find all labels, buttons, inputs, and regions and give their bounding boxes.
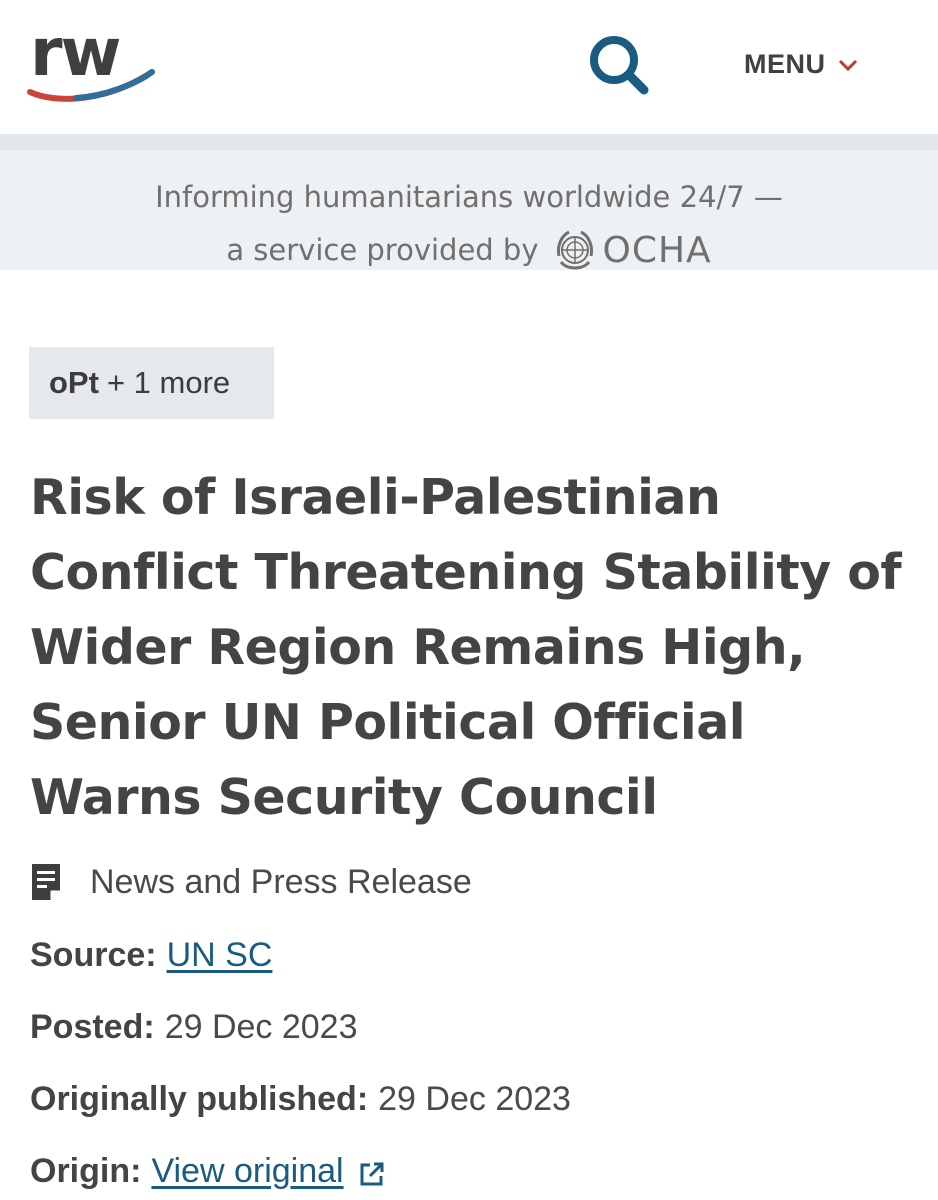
logo-swoosh-icon — [27, 69, 155, 102]
source-link[interactable]: UN SC — [167, 936, 273, 975]
menu-label: MENU — [744, 48, 826, 79]
content-type: News and Press Release — [30, 862, 472, 902]
banner-tagline: Informing humanitarians worldwide 24/7 — — [155, 180, 783, 214]
site-header: rw MENU — [0, 0, 938, 134]
search-icon — [590, 36, 649, 95]
document-icon — [32, 864, 60, 900]
published-date: 29 Dec 2023 — [378, 1080, 571, 1118]
un-emblem-icon — [556, 230, 593, 270]
banner-provider-name[interactable]: OCHA — [603, 230, 712, 271]
external-link-icon[interactable] — [358, 1160, 386, 1188]
more-countries-label: + 1 more — [106, 365, 231, 400]
source-label: Source: — [30, 936, 157, 974]
published-row: Originally published: 29 Dec 2023 — [30, 1080, 571, 1119]
country-tag-button[interactable]: oPt + 1 more — [29, 347, 274, 419]
search-button[interactable] — [584, 30, 654, 100]
page: rw MENU Informing humanitarians worldwid… — [0, 0, 938, 1200]
origin-row: Origin: View original — [30, 1152, 386, 1191]
article-title: Risk of Israeli-Palestinian Conflict Thr… — [30, 469, 902, 826]
menu-button[interactable]: MENU — [744, 44, 858, 84]
chevron-down-icon — [838, 59, 857, 72]
posted-label: Posted: — [30, 1008, 155, 1046]
service-banner: Informing humanitarians worldwide 24/7 —… — [0, 134, 938, 271]
posted-date: 29 Dec 2023 — [164, 1008, 358, 1046]
banner-provider-prefix: a service provided by — [226, 233, 539, 267]
country-tag-label: oPt — [49, 365, 99, 400]
source-row: Source: UN SC — [30, 936, 272, 975]
content-type-label: News and Press Release — [90, 862, 472, 901]
reliefweb-logo[interactable]: rw — [26, 20, 158, 102]
origin-label: Origin: — [30, 1152, 142, 1190]
banner-provider-line: a service provided by OCHA — [0, 226, 938, 274]
posted-row: Posted: 29 Dec 2023 — [30, 1008, 358, 1047]
view-original-link[interactable]: View original — [151, 1152, 343, 1191]
published-label: Originally published: — [30, 1080, 369, 1118]
